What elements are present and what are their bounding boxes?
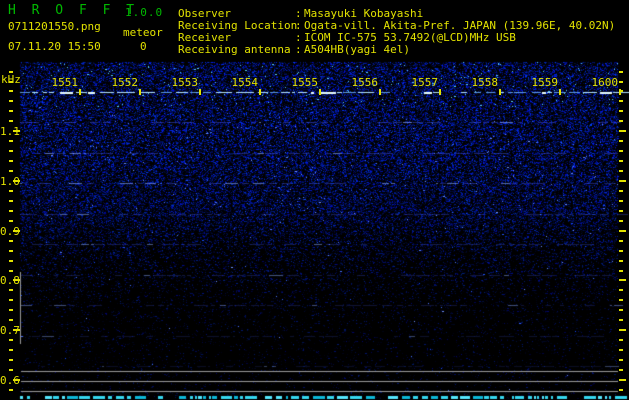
meteor-label: meteor bbox=[123, 26, 163, 39]
spectrogram-canvas bbox=[0, 0, 629, 400]
filename: 0711201550.png bbox=[8, 20, 101, 33]
info-row-receiving-antenna: Receiving antenna : A504HB(yagi 4el) bbox=[178, 44, 410, 56]
hrofft-screen: H R O F F T 1.0.0 0711201550.png meteor … bbox=[0, 0, 629, 400]
info-label-receiving-antenna: Receiving antenna bbox=[178, 43, 291, 56]
app-version: 1.0.0 bbox=[125, 6, 164, 19]
app-title: H R O F F T bbox=[8, 3, 139, 18]
info-value-receiving-antenna: A504HB(yagi 4el) bbox=[304, 43, 410, 56]
datetime: 07.11.20 15:50 bbox=[8, 40, 101, 53]
meteor-count: 0 bbox=[140, 40, 147, 53]
info-separator: : bbox=[295, 43, 302, 56]
